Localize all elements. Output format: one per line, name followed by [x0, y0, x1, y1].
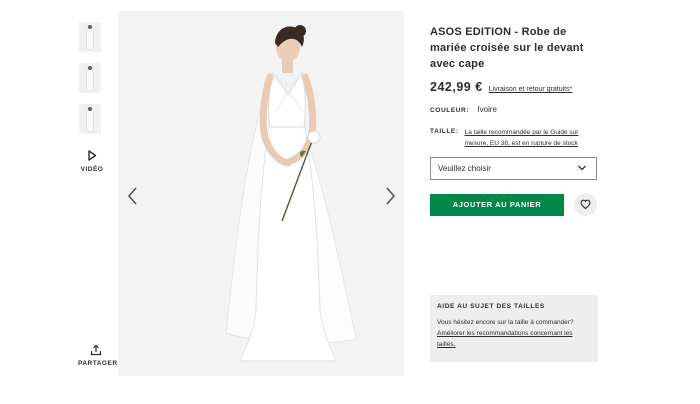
size-select[interactable]: Veuillez choisir — [430, 157, 597, 180]
chevron-down-icon — [578, 165, 586, 171]
thumbnail-3[interactable] — [79, 104, 101, 134]
share-button[interactable]: PARTAGER — [78, 344, 118, 367]
color-value: Ivoire — [477, 105, 497, 114]
save-for-later-button[interactable] — [574, 193, 597, 216]
size-recommendation-link[interactable]: La taille recommandée par le Guide sur m… — [465, 127, 600, 149]
share-label: PARTAGER — [78, 360, 118, 367]
video-label: VIDÉO — [80, 166, 104, 173]
product-main-image — [118, 11, 404, 376]
size-help-text: Vous hésitez encore sur la taille à comm… — [437, 319, 574, 326]
color-row: COULEUR: Ivoire — [430, 105, 497, 114]
size-help-box: AIDE AU SUJET DES TAILLES Vous hésitez e… — [430, 295, 598, 362]
bride-in-dress-photo — [225, 25, 357, 362]
price-row: 242,99 € Livraison et retour gratuits* — [430, 80, 600, 94]
size-help-title: AIDE AU SUJET DES TAILLES — [437, 303, 545, 310]
thumbnail-2[interactable] — [79, 63, 101, 93]
size-row: TAILLE: La taille recommandée par le Gui… — [430, 127, 600, 149]
size-help-link[interactable]: Améliorer les recommandations concernant… — [437, 328, 591, 350]
heart-icon — [580, 199, 591, 210]
size-label: TAILLE: — [430, 128, 459, 135]
play-icon — [88, 150, 97, 161]
thumbnail-image — [86, 107, 94, 132]
shipping-link[interactable]: Livraison et retour gratuits* — [489, 86, 573, 93]
share-icon — [90, 344, 102, 356]
product-title: ASOS EDITION - Robe de mariée croisée su… — [430, 26, 584, 70]
thumbnail-image — [86, 25, 94, 50]
thumbnail-list — [79, 22, 103, 145]
video-button[interactable]: VIDÉO — [79, 150, 105, 173]
chevron-right-icon[interactable] — [383, 186, 397, 206]
thumbnail-1[interactable] — [79, 22, 101, 52]
size-select-value: Veuillez choisir — [438, 164, 491, 173]
thumbnail-image — [86, 66, 94, 91]
chevron-left-icon[interactable] — [126, 186, 140, 206]
product-info: ASOS EDITION - Robe de mariée croisée su… — [430, 24, 600, 94]
add-to-bag-button[interactable]: AJOUTER AU PANIER — [430, 194, 564, 216]
product-price: 242,99 € — [430, 80, 483, 94]
color-label: COULEUR: — [430, 107, 470, 114]
